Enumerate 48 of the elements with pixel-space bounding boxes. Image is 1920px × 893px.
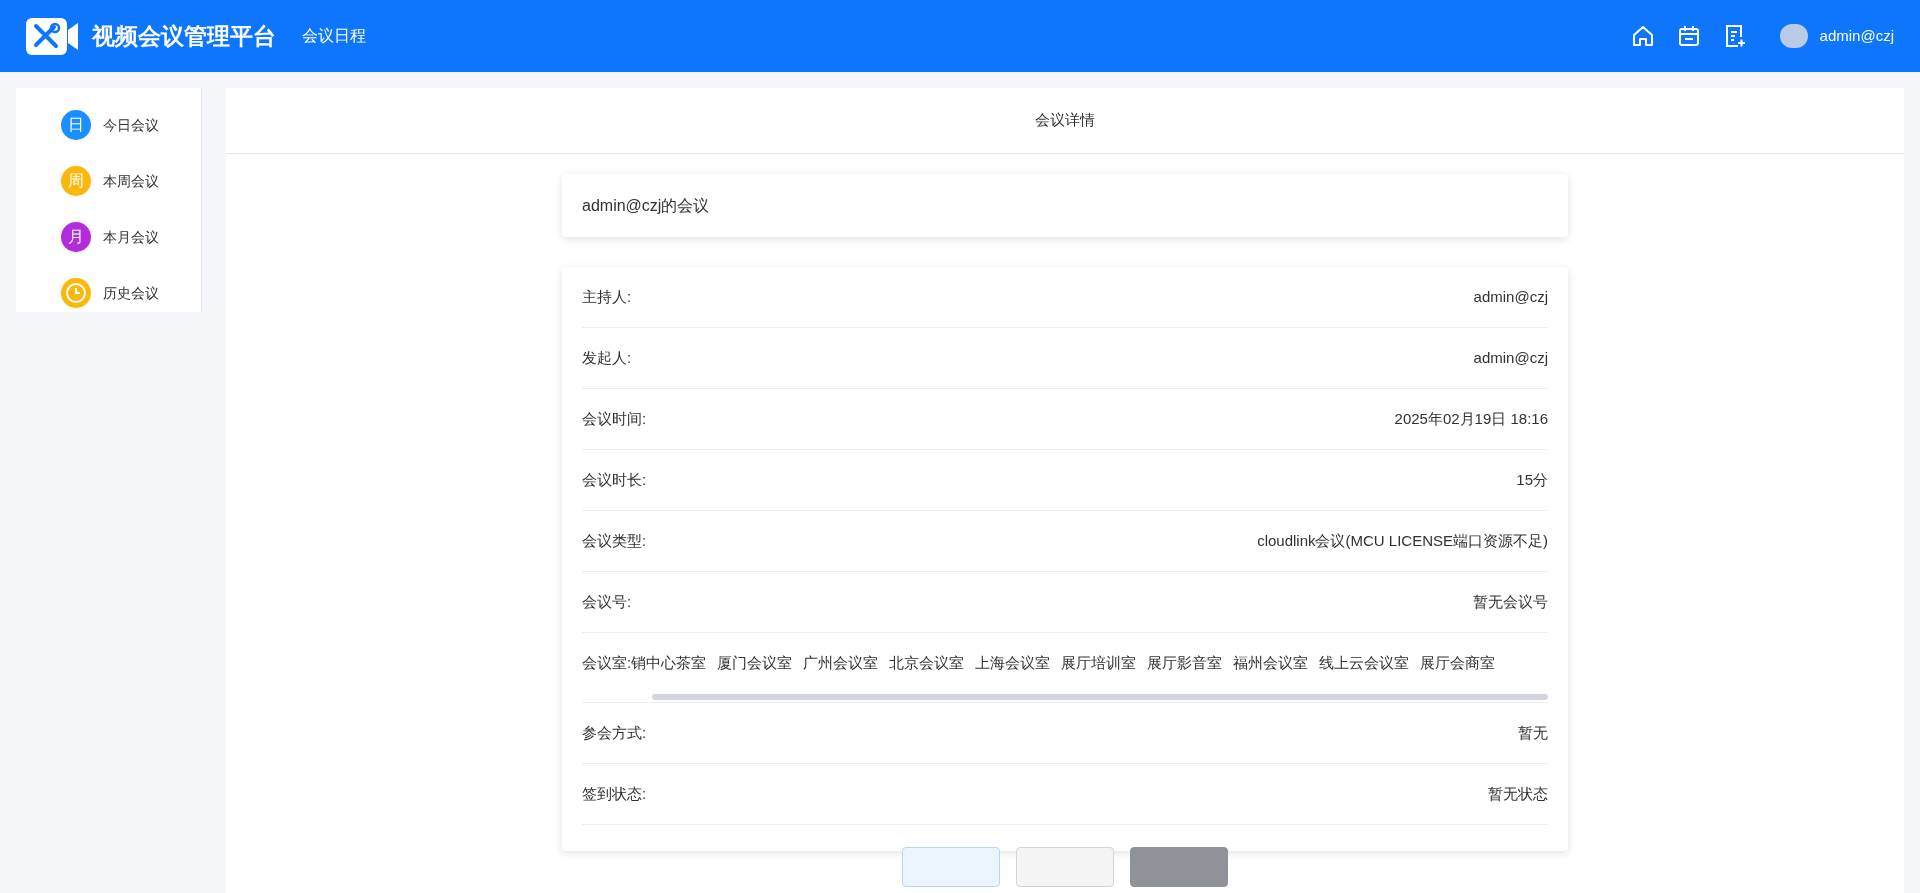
room-name: 北京会议室: [889, 653, 965, 674]
action-button[interactable]: [902, 847, 1000, 887]
room-name: 广州会议室: [803, 653, 879, 674]
detail-label: 会议时长:: [582, 469, 647, 490]
detail-label: 会议号:: [582, 591, 632, 612]
user-name[interactable]: admin@czj: [1819, 24, 1894, 48]
meeting-name: admin@czj的会议: [582, 195, 710, 216]
room-name: 展厅会商室: [1420, 653, 1496, 674]
room-name: 上海会议室: [975, 653, 1051, 674]
detail-value: admin@czj: [1473, 286, 1548, 307]
sidebar-item[interactable]: 日 今日会议: [16, 110, 201, 140]
room-name: 福州会议室: [1233, 653, 1309, 674]
detail-label: 会议类型:: [582, 530, 647, 551]
detail-label: 发起人:: [582, 347, 632, 368]
action-button[interactable]: [1016, 847, 1114, 887]
detail-value: 暂无状态: [1488, 783, 1548, 804]
detail-label: 主持人:: [582, 286, 632, 307]
sidebar-item[interactable]: 周 本周会议: [16, 166, 201, 196]
detail-value: cloudlink会议(MCU LICENSE端口资源不足): [1257, 530, 1548, 551]
add-document-icon[interactable]: [1723, 24, 1746, 48]
day-badge: 日: [61, 110, 91, 140]
detail-value: 15分: [1516, 469, 1548, 490]
detail-label: 会议时间:: [582, 408, 647, 429]
detail-label: 签到状态:: [582, 783, 647, 804]
room-name: 展厅培训室: [1061, 653, 1137, 674]
room-name: 销中心茶室: [631, 653, 707, 674]
detail-value: 2025年02月19日 18:16: [1394, 408, 1548, 429]
day-badge: 周: [61, 166, 91, 196]
sidebar-item[interactable]: 历史会议: [16, 278, 201, 308]
avatar-image: [1779, 24, 1808, 48]
detail-value: admin@czj: [1473, 347, 1548, 368]
room-name: 线上云会议室: [1319, 653, 1410, 674]
nav-link[interactable]: 会议日程: [302, 24, 366, 48]
detail-value: 暂无会议号: [1473, 591, 1548, 612]
action-button[interactable]: [1130, 847, 1228, 887]
scrollbar-thumb[interactable]: [652, 694, 1548, 700]
detail-label: 会议室:: [582, 653, 632, 674]
video-tools-logo-icon: [26, 17, 80, 55]
page-title: 会议详情: [1035, 110, 1095, 131]
room-name: 展厅影音室: [1147, 653, 1223, 674]
home-icon[interactable]: [1630, 24, 1655, 48]
day-badge: 月: [61, 222, 91, 252]
app-title: 视频会议管理平台: [92, 21, 276, 51]
room-name: 厦门会议室: [717, 653, 793, 674]
detail-value: 暂无: [1518, 722, 1548, 743]
detail-label: 参会方式:: [582, 722, 647, 743]
sidebar-item[interactable]: 月 本月会议: [16, 222, 201, 252]
calendar-icon[interactable]: [1677, 25, 1700, 47]
